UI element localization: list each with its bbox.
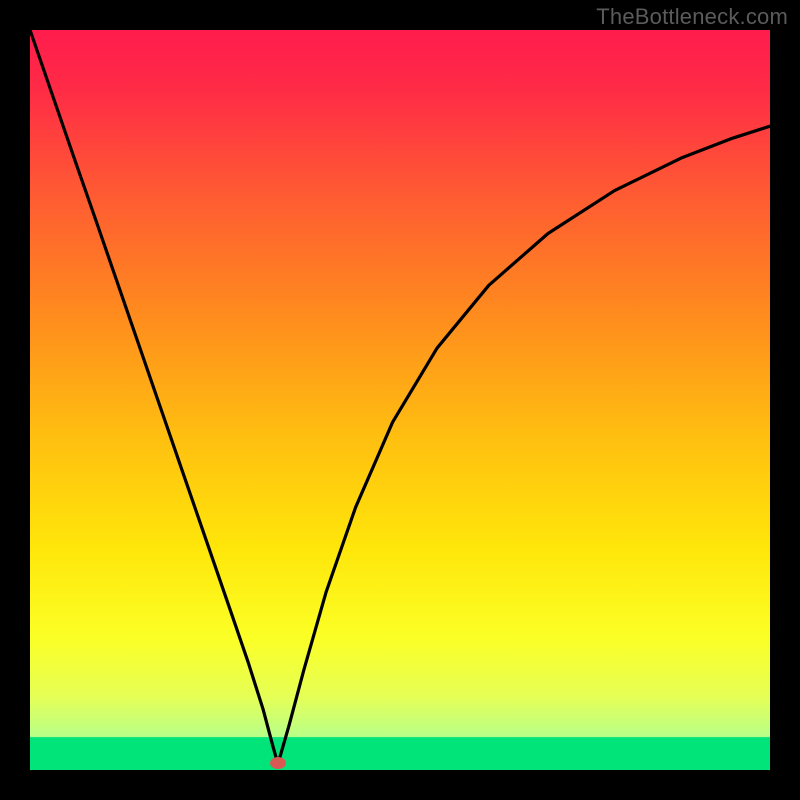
curve [30, 30, 770, 770]
curve-right-branch [278, 126, 770, 764]
plot-area [30, 30, 770, 770]
watermark-text: TheBottleneck.com [596, 4, 788, 30]
optimum-marker [270, 757, 286, 769]
chart-frame: TheBottleneck.com [0, 0, 800, 800]
curve-left-branch [30, 30, 278, 764]
